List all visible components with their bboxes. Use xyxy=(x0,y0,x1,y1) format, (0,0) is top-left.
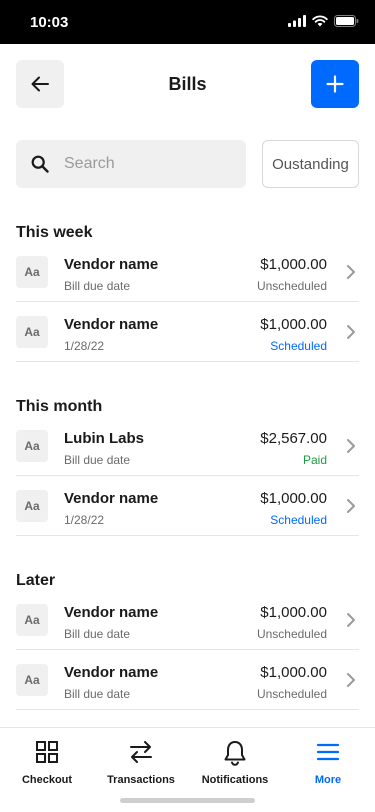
section-title: This month xyxy=(16,398,103,415)
bill-row[interactable]: Aa Vendor name Bill due date $1,000.00 Unsch… xyxy=(16,242,359,302)
bill-amount: $1,000.00 xyxy=(260,604,327,621)
vendor-name: Lubin Labs xyxy=(64,430,144,447)
bill-row[interactable]: Aa Lubin Labs Bill due date $2,567.00 Paid xyxy=(16,416,359,476)
wifi-icon xyxy=(312,15,328,27)
home-indicator xyxy=(120,798,255,803)
status-bar: 10:03 xyxy=(0,0,375,44)
search-box[interactable] xyxy=(16,140,246,188)
chevron-right-icon xyxy=(347,499,355,513)
chevron-right-icon xyxy=(347,265,355,279)
filter-outstanding-button[interactable]: Oustanding xyxy=(262,140,359,188)
bill-amount: $2,567.00 xyxy=(260,430,327,447)
tab-checkout-label: Checkout xyxy=(21,774,73,786)
bill-amount: $1,000.00 xyxy=(260,256,327,273)
tab-checkout[interactable]: Checkout xyxy=(0,728,94,792)
search-icon xyxy=(30,154,50,174)
bill-status: Unscheduled xyxy=(256,279,327,293)
vendor-avatar: Aa xyxy=(16,430,48,462)
arrows-icon xyxy=(130,741,152,763)
bill-status: Unscheduled xyxy=(256,687,327,701)
tab-notifications-label: Notifications xyxy=(201,774,269,786)
bill-status: Unscheduled xyxy=(256,627,327,641)
vendor-avatar: Aa xyxy=(16,316,48,348)
search-input[interactable] xyxy=(64,155,214,173)
header: Bills xyxy=(0,44,375,124)
bill-due-date: Bill due date xyxy=(64,453,131,467)
bill-due-date: Bill due date xyxy=(64,627,131,641)
bill-amount: $1,000.00 xyxy=(260,664,327,681)
bill-row[interactable]: Aa Vendor name 1/28/22 $1,000.00 Scheduled xyxy=(16,476,359,536)
chevron-right-icon xyxy=(347,673,355,687)
tab-more[interactable]: More xyxy=(281,728,375,792)
section-title: Later xyxy=(16,572,56,589)
bill-row[interactable]: Aa Vendor name 1/28/22 $1,000.00 Scheduled xyxy=(16,302,359,362)
vendor-name: Vendor name xyxy=(64,316,159,333)
bill-status: Scheduled xyxy=(270,339,327,353)
status-time: 10:03 xyxy=(30,14,69,31)
bill-row[interactable]: Aa Vendor name Bill due date $1,000.00 Unsch… xyxy=(16,590,359,650)
vendor-avatar: Aa xyxy=(16,256,48,288)
tab-more-label: More xyxy=(314,774,342,786)
bill-amount: $1,000.00 xyxy=(260,316,327,333)
vendor-name: Vendor name xyxy=(64,490,159,507)
vendor-avatar: Aa xyxy=(16,664,48,696)
add-bill-button[interactable] xyxy=(311,60,359,108)
tab-transactions-label: Transactions xyxy=(107,774,175,786)
vendor-name: Vendor name xyxy=(64,256,159,273)
vendor-avatar: Aa xyxy=(16,604,48,636)
tab-transactions[interactable]: Transactions xyxy=(94,728,188,792)
status-icons xyxy=(288,15,359,27)
bill-status: Scheduled xyxy=(270,513,327,527)
menu-icon xyxy=(316,743,340,761)
vendor-name: Vendor name xyxy=(64,664,159,681)
chevron-right-icon xyxy=(347,439,355,453)
section-title: This week xyxy=(16,224,93,241)
chevron-right-icon xyxy=(347,613,355,627)
bill-due-date: 1/28/22 xyxy=(64,339,105,353)
chevron-right-icon xyxy=(347,325,355,339)
bill-due-date: Bill due date xyxy=(64,687,131,701)
vendor-avatar: Aa xyxy=(16,490,48,522)
signal-icon xyxy=(288,15,306,27)
bill-amount: $1,000.00 xyxy=(260,490,327,507)
bill-row[interactable]: Aa Vendor name Bill due date $1,000.00 Unsch… xyxy=(16,650,359,710)
bill-due-date: Bill due date xyxy=(64,279,131,293)
tab-notifications[interactable]: Notifications xyxy=(188,728,282,792)
bill-status: Paid xyxy=(302,453,327,467)
plus-icon xyxy=(326,75,344,93)
bell-icon xyxy=(224,741,246,766)
bill-due-date: 1/28/22 xyxy=(64,513,105,527)
vendor-name: Vendor name xyxy=(64,604,159,621)
grid-icon xyxy=(36,741,58,763)
battery-icon xyxy=(334,15,359,27)
